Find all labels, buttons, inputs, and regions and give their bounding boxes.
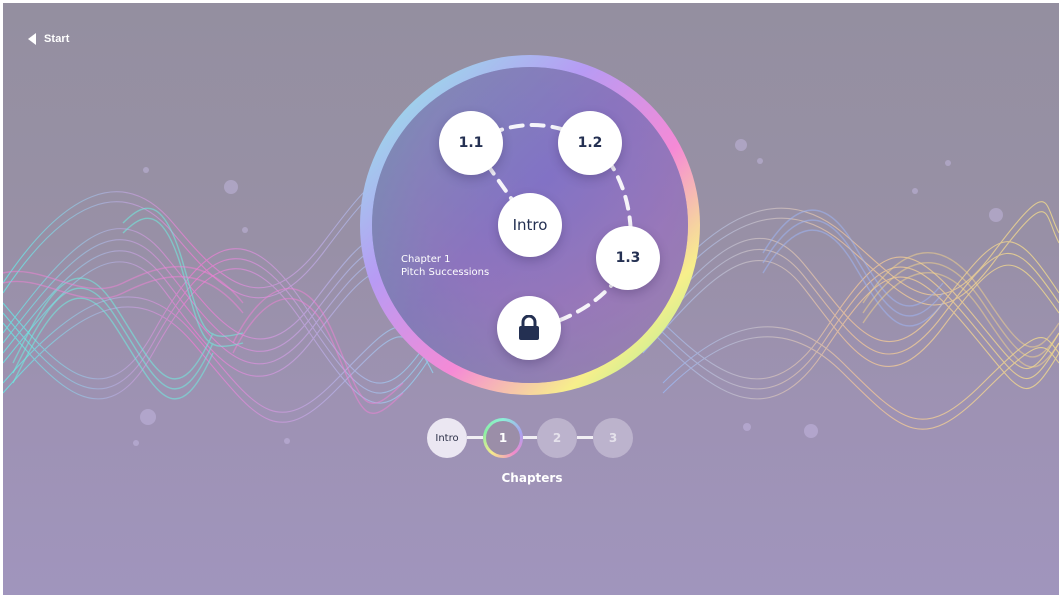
- chapter-title: Pitch Successions: [401, 267, 490, 278]
- lesson-1-2-label: 1.2: [577, 135, 603, 151]
- chapter-stepper: Intro 1 2 3: [427, 415, 637, 461]
- lesson-1-3-node[interactable]: 1.3: [596, 226, 660, 290]
- step-chapter-3-label: 3: [608, 431, 618, 445]
- lock-icon: [519, 315, 539, 340]
- lesson-1-1-label: 1.1: [458, 135, 484, 151]
- step-intro[interactable]: Intro: [427, 418, 467, 458]
- intro-node-label: Intro: [512, 216, 548, 234]
- back-label: Start: [44, 33, 70, 45]
- back-to-start-button[interactable]: Start: [28, 30, 70, 48]
- chapters-title: Chapters: [501, 471, 563, 485]
- intro-node[interactable]: Intro: [498, 193, 562, 257]
- step-chapter-3[interactable]: 3: [593, 418, 633, 458]
- stepper-connector: [467, 436, 483, 439]
- lesson-1-1-node[interactable]: 1.1: [439, 111, 503, 175]
- step-chapter-2[interactable]: 2: [537, 418, 577, 458]
- chapter-number: Chapter 1: [401, 254, 451, 265]
- locked-lesson-node[interactable]: [497, 296, 561, 360]
- caret-left-icon: [28, 33, 36, 45]
- chapter-caption: Chapter 1 Pitch Successions: [401, 253, 489, 279]
- stepper-connector: [577, 436, 593, 439]
- step-chapter-1-label: 1: [498, 431, 508, 445]
- chapter-map-screen: Start 1.1 1.2 Intro 1.3 Chapter 1 Pitch: [3, 3, 1059, 595]
- step-chapter-1[interactable]: 1: [483, 418, 523, 458]
- lesson-1-3-label: 1.3: [615, 250, 641, 266]
- lesson-1-2-node[interactable]: 1.2: [558, 111, 622, 175]
- stepper-connector: [523, 436, 537, 439]
- step-intro-label: Intro: [435, 432, 459, 444]
- step-chapter-2-label: 2: [552, 431, 562, 445]
